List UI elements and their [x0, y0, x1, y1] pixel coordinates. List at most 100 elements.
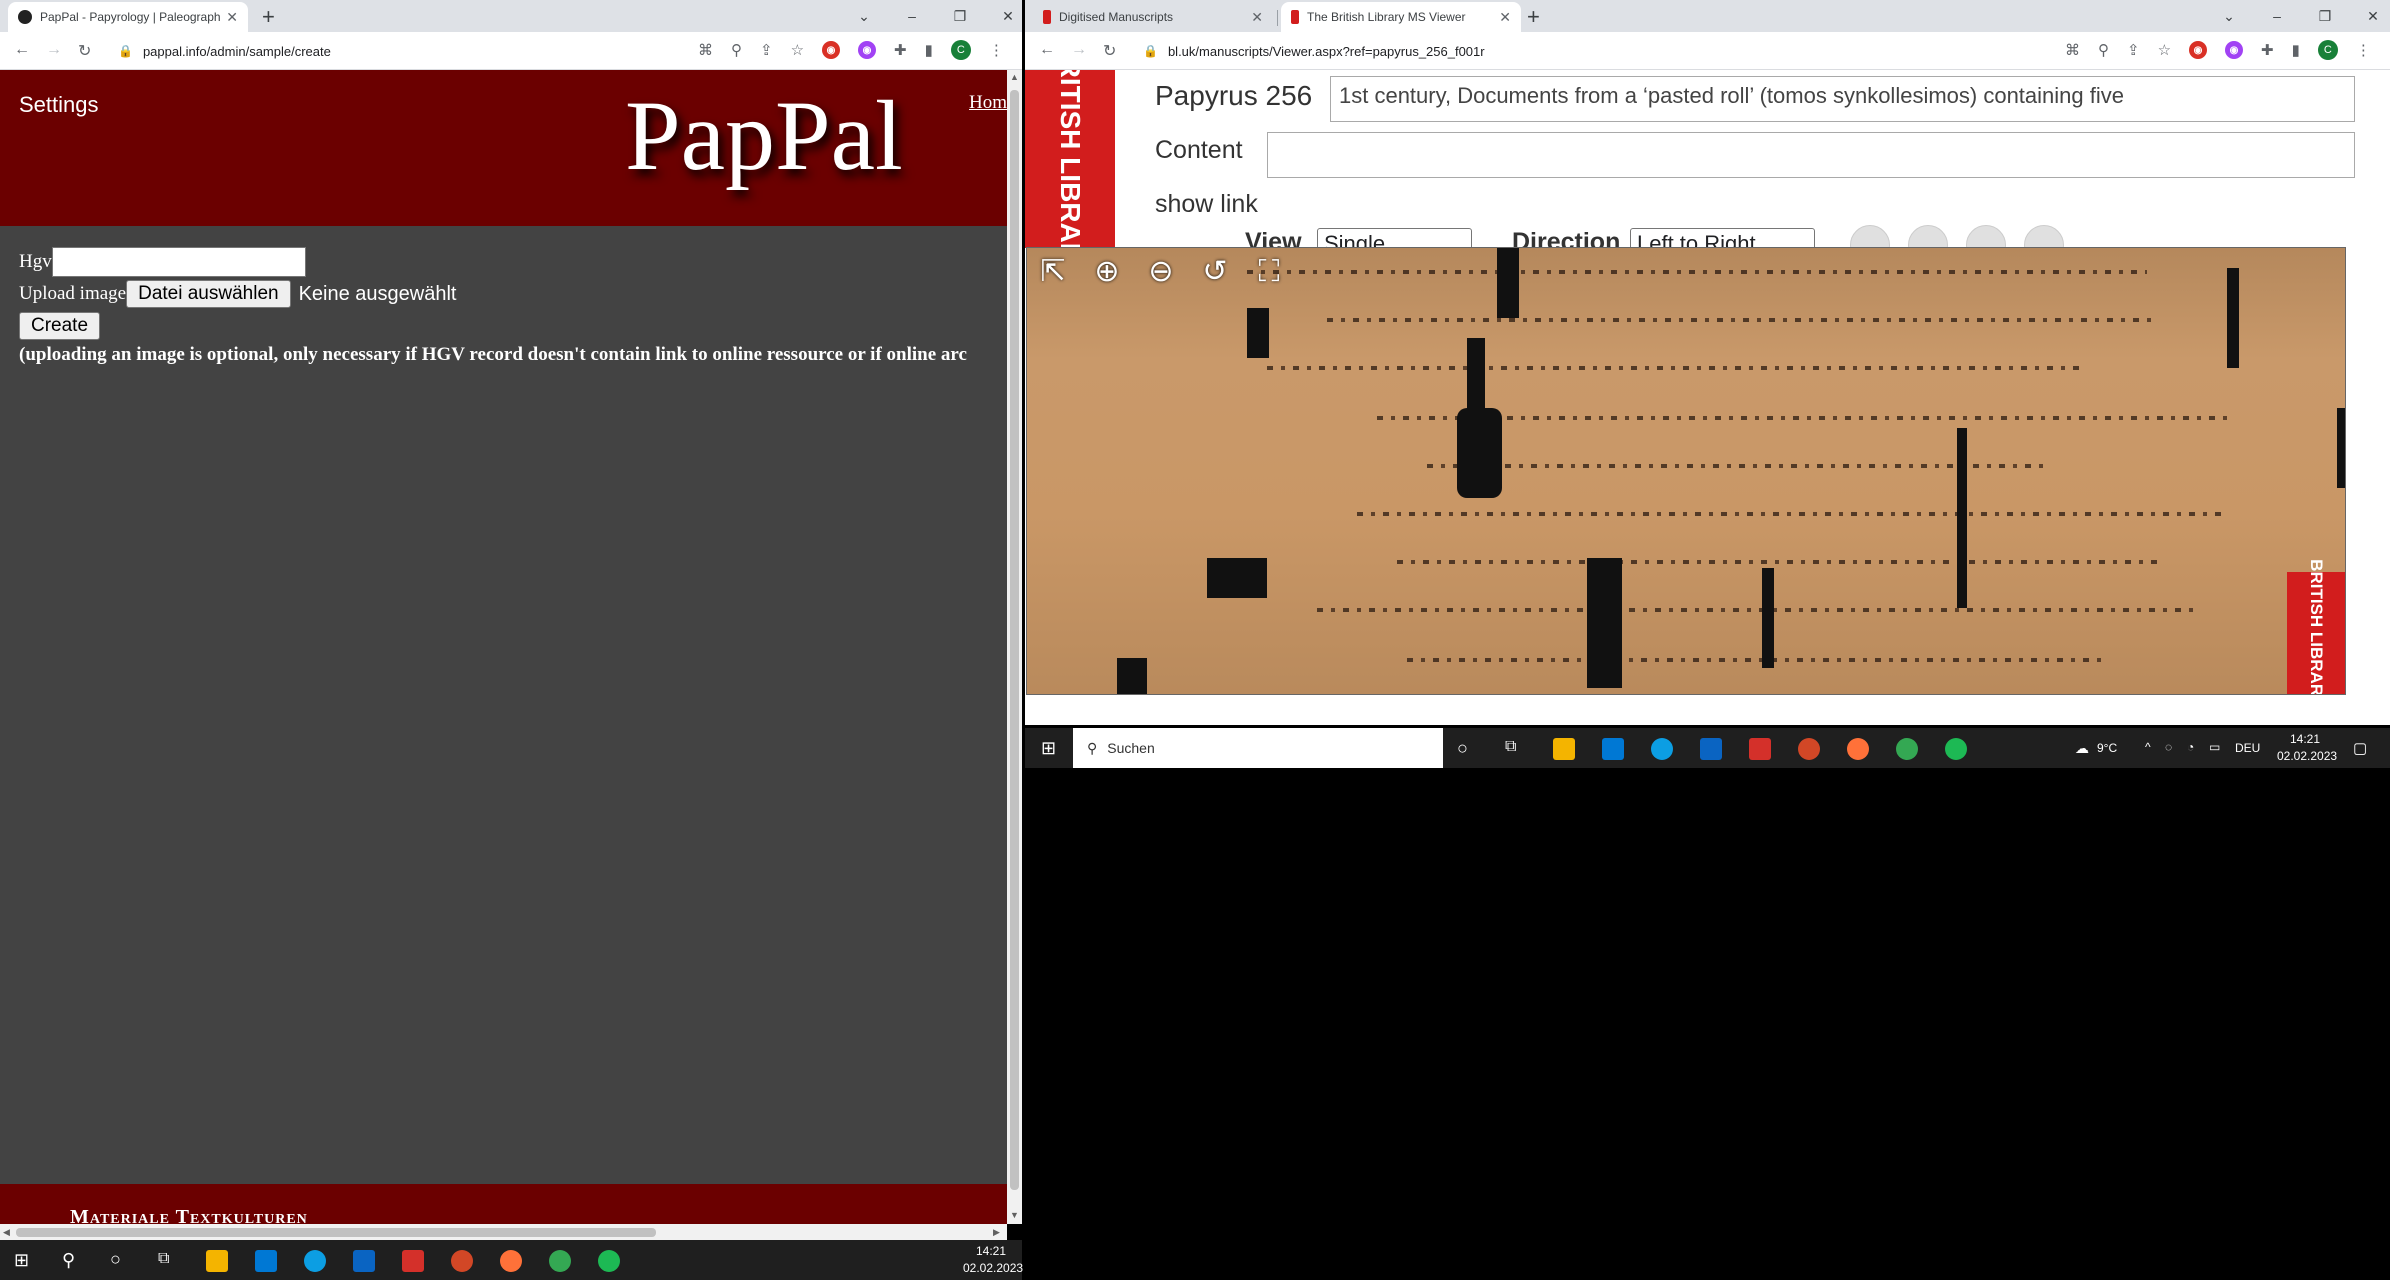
language-indicator[interactable]: DEU [2235, 741, 2260, 755]
acrobat-icon[interactable] [1749, 738, 1771, 760]
windows-start-icon[interactable]: ⊞ [1041, 738, 1056, 759]
content-field[interactable] [1267, 132, 2355, 178]
cortana-icon[interactable]: ○ [1457, 738, 1468, 759]
description-field[interactable]: 1st century, Documents from a ‘pasted ro… [1330, 76, 2355, 122]
close-tab-icon[interactable]: ✕ [1499, 9, 1511, 26]
zoom-in-icon[interactable]: ⊕ [1087, 252, 1127, 292]
tray-network-icon[interactable]: ◌ [2165, 740, 2172, 754]
scroll-down-icon[interactable]: ▼ [1010, 1210, 1019, 1220]
mail-icon[interactable] [1700, 738, 1722, 760]
rotate-icon[interactable]: ↺ [1195, 252, 1235, 292]
weather-temp[interactable]: 9°C [2097, 741, 2117, 755]
scroll-left-icon[interactable]: ◀ [3, 1227, 10, 1238]
sidepanel-icon[interactable]: ▮ [2292, 41, 2300, 59]
forward-icon[interactable]: → [1071, 41, 1087, 59]
home-link[interactable]: Hom [969, 92, 1007, 114]
tray-battery-icon[interactable]: ▭ [2209, 740, 2220, 754]
firefox-icon[interactable] [500, 1250, 522, 1272]
powerpoint-icon[interactable] [1798, 738, 1820, 760]
chrome-icon[interactable] [549, 1250, 571, 1272]
search-icon[interactable]: ⚲ [62, 1250, 75, 1271]
taskbar-search-box[interactable]: ⚲ Suchen [1073, 728, 1443, 768]
zoom-icon[interactable]: ⚲ [731, 41, 742, 59]
tab-search-icon[interactable]: ⌄ [2205, 8, 2253, 25]
restore-icon[interactable]: ❐ [936, 8, 984, 25]
profile-avatar[interactable]: C [950, 40, 971, 60]
new-tab-button[interactable]: + [1527, 4, 1540, 30]
acrobat-icon[interactable] [402, 1250, 424, 1272]
spotify-icon[interactable] [1945, 738, 1967, 760]
tray-volume-icon[interactable]: ◔ [2187, 740, 2194, 754]
extension-red-icon[interactable]: ◉ [822, 41, 841, 59]
powerpoint-icon[interactable] [451, 1250, 473, 1272]
chrome-icon[interactable] [1896, 738, 1918, 760]
task-view-icon[interactable]: ⧉ [158, 1250, 169, 1268]
horizontal-scrollbar[interactable]: ◀ ▶ [0, 1224, 1007, 1240]
cortana-icon[interactable]: ○ [110, 1249, 121, 1270]
clock-time[interactable]: 14:21 [976, 1244, 1006, 1258]
file-explorer-icon[interactable] [206, 1250, 228, 1272]
settings-link[interactable]: Settings [19, 92, 99, 118]
store-icon[interactable] [255, 1250, 277, 1272]
weather-icon[interactable]: ☁ [2075, 740, 2089, 757]
zoom-out-icon[interactable]: ⊖ [1141, 252, 1181, 292]
share-icon[interactable]: ⇪ [760, 41, 773, 59]
spotify-icon[interactable] [598, 1250, 620, 1272]
close-tab-icon[interactable]: ✕ [226, 9, 238, 26]
translate-icon[interactable]: ⌘ [698, 41, 713, 59]
reload-icon[interactable]: ↻ [1103, 41, 1116, 61]
extensions-puzzle-icon[interactable]: ✚ [2261, 41, 2274, 59]
horizontal-scroll-thumb[interactable] [16, 1228, 656, 1237]
show-link[interactable]: show link [1155, 190, 1258, 219]
back-icon[interactable]: ← [14, 41, 30, 59]
vertical-scroll-thumb[interactable] [1010, 90, 1019, 1190]
edge-icon[interactable] [304, 1250, 326, 1272]
extension-purple-icon[interactable]: ◉ [858, 41, 877, 59]
extension-purple-icon[interactable]: ◉ [2225, 41, 2244, 59]
tab-digitised-manuscripts[interactable]: Digitised Manuscripts ✕ [1033, 2, 1273, 32]
clock-date[interactable]: 02.02.2023 [2277, 749, 2337, 763]
store-icon[interactable] [1602, 738, 1624, 760]
tray-chevron-icon[interactable]: ^ [2145, 740, 2151, 754]
extensions-puzzle-icon[interactable]: ✚ [894, 41, 907, 59]
hgv-input[interactable] [51, 247, 306, 277]
windows-start-icon[interactable]: ⊞ [14, 1250, 29, 1271]
address-bar[interactable]: 🔒 pappal.info/admin/sample/create [106, 37, 696, 65]
scroll-up-icon[interactable]: ▲ [1010, 72, 1019, 82]
menu-dots-icon[interactable]: ⋮ [989, 41, 1004, 59]
zoom-icon[interactable]: ⚲ [2098, 41, 2109, 59]
tab-search-icon[interactable]: ⌄ [840, 8, 888, 25]
firefox-icon[interactable] [1847, 738, 1869, 760]
tab-ms-viewer[interactable]: The British Library MS Viewer ✕ [1281, 2, 1521, 32]
papyrus-image-viewer[interactable]: ⇱ ⊕ ⊖ ↺ ⛶ BRITISH LIBRARY [1026, 247, 2346, 695]
vertical-scrollbar[interactable]: ▲ ▼ [1007, 70, 1022, 1224]
close-window-icon[interactable]: ✕ [984, 8, 1022, 25]
bookmark-star-icon[interactable]: ☆ [791, 41, 804, 59]
back-icon[interactable]: ← [1039, 41, 1055, 59]
choose-file-button[interactable]: Datei auswählen [126, 280, 291, 308]
menu-dots-icon[interactable]: ⋮ [2356, 41, 2371, 59]
share-icon[interactable]: ⇪ [2127, 41, 2140, 59]
forward-icon[interactable]: → [46, 41, 62, 59]
scroll-right-icon[interactable]: ▶ [993, 1227, 1000, 1238]
edge-icon[interactable] [1651, 738, 1673, 760]
british-library-logo[interactable]: BRITISH LIBRARY [1025, 70, 1115, 281]
bookmark-star-icon[interactable]: ☆ [2158, 41, 2171, 59]
translate-icon[interactable]: ⌘ [2065, 41, 2080, 59]
extension-red-icon[interactable]: ◉ [2189, 41, 2208, 59]
file-explorer-icon[interactable] [1553, 738, 1575, 760]
close-tab-icon[interactable]: ✕ [1251, 9, 1263, 26]
clock-date[interactable]: 02.02.2023 [963, 1261, 1023, 1275]
create-button[interactable]: Create [19, 312, 101, 340]
reload-icon[interactable]: ↻ [78, 41, 91, 61]
task-view-icon[interactable]: ⧉ [1505, 738, 1516, 756]
new-tab-button[interactable]: + [262, 4, 275, 30]
clock-time[interactable]: 14:21 [2290, 732, 2320, 746]
profile-avatar[interactable]: C [2317, 40, 2338, 60]
fullscreen-icon[interactable]: ⛶ [1249, 252, 1289, 292]
minimize-icon[interactable]: – [2253, 8, 2301, 24]
home-view-icon[interactable]: ⇱ [1033, 252, 1073, 292]
sidepanel-icon[interactable]: ▮ [925, 41, 933, 59]
address-bar[interactable]: 🔒 bl.uk/manuscripts/Viewer.aspx?ref=papy… [1131, 37, 2051, 65]
restore-icon[interactable]: ❐ [2301, 8, 2349, 25]
